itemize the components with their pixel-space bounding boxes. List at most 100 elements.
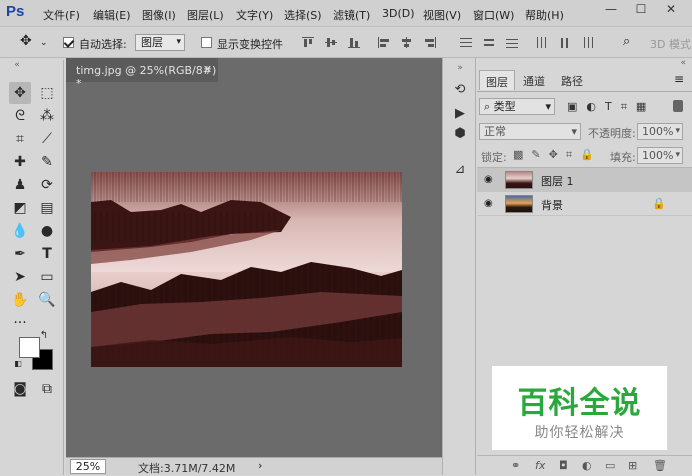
document-canvas[interactable] <box>91 172 402 367</box>
maximize-button[interactable]: ☐ <box>628 2 654 18</box>
menu-image[interactable]: 图像(I) <box>142 7 176 23</box>
eyedropper-tool-icon[interactable]: ⟋ <box>36 128 58 150</box>
menu-view[interactable]: 视图(V) <box>423 7 461 23</box>
distribute-vcenter-icon[interactable] <box>483 37 495 48</box>
move-tool-icon[interactable]: ✥ <box>9 82 31 104</box>
menu-file[interactable]: 文件(F) <box>43 7 80 23</box>
align-hcenter-icon[interactable] <box>401 37 413 48</box>
tab-channels[interactable]: 通道 <box>517 70 551 90</box>
layer-row[interactable]: ◉ 背景 🔒 <box>477 192 692 216</box>
magic-wand-tool-icon[interactable]: ⁂ <box>36 105 58 127</box>
clone-stamp-tool-icon[interactable]: ♟ <box>9 174 31 196</box>
distribute-left-icon[interactable] <box>536 37 548 48</box>
collapse-arrows-icon[interactable]: » <box>452 60 468 76</box>
tab-layers[interactable]: 图层 <box>479 70 515 90</box>
crop-tool-icon[interactable]: ⌗ <box>9 128 31 150</box>
actions-panel-icon[interactable]: ▶ <box>452 106 468 122</box>
menu-edit[interactable]: 编辑(E) <box>93 7 131 23</box>
distribute-hcenter-icon[interactable] <box>559 37 571 48</box>
opacity-input[interactable]: 100% ▾ <box>637 123 683 140</box>
properties-panel-icon[interactable]: ⊿ <box>452 162 468 178</box>
align-bottom-icon[interactable] <box>348 37 360 48</box>
history-brush-tool-icon[interactable]: ⟳ <box>36 174 58 196</box>
fill-input[interactable]: 100% ▾ <box>637 147 683 164</box>
menu-layer[interactable]: 图层(L) <box>187 7 224 23</box>
gradient-tool-icon[interactable]: ▤ <box>36 197 58 219</box>
layer-row[interactable]: ◉ 图层 1 <box>477 168 692 192</box>
lock-icon[interactable]: 🔒 <box>652 197 666 210</box>
menu-bar: Ps 文件(F) 编辑(E) 图像(I) 图层(L) 文字(Y) 选择(S) 滤… <box>0 0 692 27</box>
distribute-top-icon[interactable] <box>460 37 472 48</box>
quick-mask-icon[interactable]: ◙ <box>9 378 31 400</box>
tab-paths[interactable]: 路径 <box>555 70 589 90</box>
more-tools-icon[interactable]: ··· <box>9 312 31 334</box>
move-tool-icon[interactable]: ✥ <box>20 33 32 49</box>
link-layers-icon[interactable]: ⚭ <box>511 459 520 472</box>
distribute-right-icon[interactable] <box>582 37 594 48</box>
menu-window[interactable]: 窗口(W) <box>473 7 514 23</box>
zoom-level-input[interactable]: 25% <box>70 459 106 474</box>
auto-select-checkbox[interactable] <box>63 37 74 48</box>
new-layer-icon[interactable]: ⊞ <box>628 459 637 472</box>
path-selection-tool-icon[interactable]: ➤ <box>9 266 31 288</box>
zoom-tool-icon[interactable]: 🔍 <box>36 289 58 311</box>
collapse-arrows-icon[interactable]: « <box>6 60 28 70</box>
layer-thumbnail <box>505 171 533 189</box>
menu-3d[interactable]: 3D(D) <box>382 7 415 20</box>
3d-panel-icon[interactable]: ⬢ <box>452 126 468 142</box>
menu-filter[interactable]: 滤镜(T) <box>333 7 370 23</box>
show-transform-checkbox[interactable] <box>201 37 212 48</box>
new-group-icon[interactable]: ▭ <box>605 459 615 472</box>
fx-icon[interactable]: fx <box>535 459 545 472</box>
tool-preset-chevron-icon[interactable]: ⌄ <box>40 38 48 48</box>
align-top-icon[interactable] <box>302 37 314 48</box>
chevron-down-icon: ▾ <box>571 125 577 138</box>
search-icon[interactable]: ⌕ <box>623 34 630 49</box>
collapse-arrows-icon[interactable]: « <box>680 58 686 68</box>
screen-mode-icon[interactable]: ⧉ <box>36 378 58 400</box>
layer-filter-dropdown[interactable]: ⌕ 类型 ▾ <box>479 98 555 115</box>
rectangle-tool-icon[interactable]: ▭ <box>36 266 58 288</box>
eye-icon[interactable]: ◉ <box>484 198 496 210</box>
default-colors-icon[interactable]: ◧ <box>13 359 23 369</box>
watermark-subtitle: 助你轻松解决 <box>534 425 625 441</box>
document-tab-title: timg.jpg @ 25%(RGB/8#) * <box>76 64 217 90</box>
brush-tool-icon[interactable]: ✎ <box>36 151 58 173</box>
menu-type[interactable]: 文字(Y) <box>236 7 273 23</box>
align-left-icon[interactable] <box>378 37 390 48</box>
panel-menu-icon[interactable]: ≡ <box>674 72 684 86</box>
type-tool-icon[interactable]: T <box>36 243 58 265</box>
status-arrow-icon[interactable]: › <box>258 459 262 472</box>
show-transform-label: 显示变换控件 <box>217 38 283 51</box>
adjustment-layer-icon[interactable]: ◐ <box>582 459 592 472</box>
blend-mode-dropdown[interactable]: 正常 ▾ <box>479 123 581 140</box>
status-bar: 25% 文档:3.71M/7.42M › <box>66 457 442 475</box>
document-tab[interactable]: timg.jpg @ 25%(RGB/8#) * ✕ <box>66 58 218 90</box>
add-mask-icon[interactable]: ◘ <box>559 459 568 472</box>
history-panel-icon[interactable]: ⟲ <box>452 82 468 98</box>
align-vcenter-icon[interactable] <box>325 37 337 48</box>
pen-tool-icon[interactable]: ✒ <box>9 243 31 265</box>
eye-icon[interactable]: ◉ <box>484 174 496 186</box>
marquee-tool-icon[interactable]: ⬚ <box>36 82 58 104</box>
eraser-tool-icon[interactable]: ◩ <box>9 197 31 219</box>
filter-kind-icons[interactable]: ▣◐T⌗▦ <box>567 100 655 114</box>
healing-brush-tool-icon[interactable]: ✚ <box>9 151 31 173</box>
3d-mode-label: 3D 模式 <box>650 38 691 51</box>
hand-tool-icon[interactable]: ✋ <box>9 289 31 311</box>
foreground-color-swatch[interactable] <box>19 337 40 358</box>
menu-select[interactable]: 选择(S) <box>284 7 322 23</box>
close-tab-icon[interactable]: ✕ <box>203 63 212 76</box>
minimize-button[interactable]: — <box>598 2 624 18</box>
filter-toggle-icon[interactable] <box>673 100 683 112</box>
align-right-icon[interactable] <box>424 37 436 48</box>
dodge-tool-icon[interactable]: ● <box>36 220 58 242</box>
blur-tool-icon[interactable]: 💧 <box>9 220 31 242</box>
close-button[interactable]: ✕ <box>658 2 684 18</box>
menu-help[interactable]: 帮助(H) <box>525 7 564 23</box>
auto-select-dropdown[interactable]: 图层 ▾ <box>135 34 185 51</box>
distribute-bottom-icon[interactable] <box>506 37 518 48</box>
lasso-tool-icon[interactable]: ᘓ <box>9 105 31 127</box>
trash-icon[interactable]: 🗑 <box>653 459 667 472</box>
lock-options-icons[interactable]: ▩✎✥⌗🔒 <box>513 148 602 162</box>
